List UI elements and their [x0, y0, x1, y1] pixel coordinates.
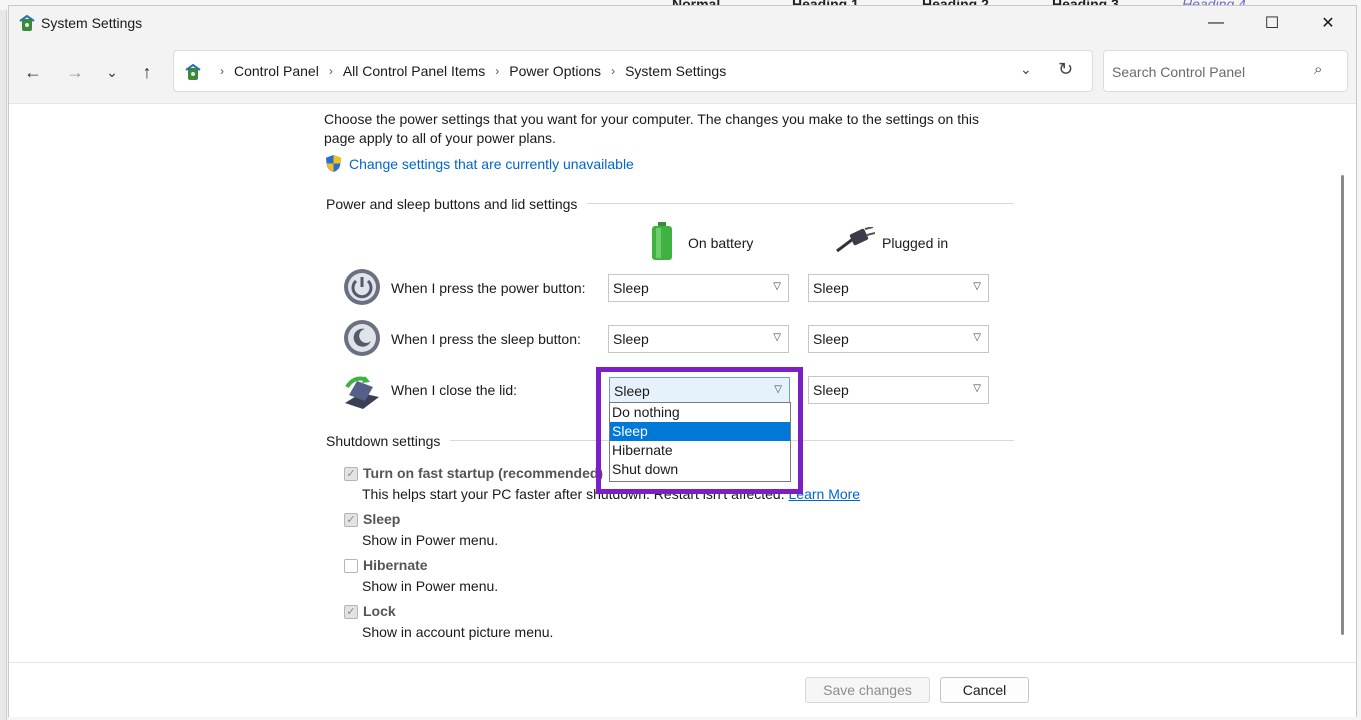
refresh-icon[interactable]: ↻ — [1058, 59, 1073, 80]
save-changes-button[interactable]: Save changes — [805, 677, 930, 703]
close-lid-battery-select[interactable]: Sleep ▽ — [609, 377, 790, 405]
option-shut-down[interactable]: Shut down — [610, 460, 790, 479]
lock-desc: Show in account picture menu. — [362, 624, 554, 640]
close-button[interactable]: ✕ — [1300, 6, 1356, 40]
breadcrumb-control-panel[interactable]: Control Panel — [234, 63, 319, 79]
main-content: Choose the power settings that you want … — [9, 105, 1356, 662]
chevron-right-icon[interactable]: › — [495, 64, 499, 78]
power-plug-icon — [836, 227, 875, 253]
power-button-plugged-select[interactable]: Sleep ▽ — [808, 274, 989, 302]
laptop-lid-icon — [345, 376, 379, 409]
fast-startup-desc-text: This helps start your PC faster after sh… — [362, 486, 785, 502]
select-value: Sleep — [813, 331, 849, 347]
breadcrumb-all-items[interactable]: All Control Panel Items — [343, 63, 485, 79]
power-section-title: Power and sleep buttons and lid settings — [326, 196, 588, 212]
power-button-label: When I press the power button: — [391, 280, 586, 296]
close-lid-plugged-select[interactable]: Sleep ▽ — [808, 376, 989, 404]
sleep-checkbox[interactable]: ✓ — [344, 513, 358, 527]
hibernate-checkbox[interactable] — [344, 559, 358, 573]
back-button[interactable]: ← — [19, 60, 47, 84]
fast-startup-title: Turn on fast startup (recommended) — [363, 465, 604, 481]
sleep-button-plugged-select[interactable]: Sleep ▽ — [808, 325, 989, 353]
cancel-button[interactable]: Cancel — [940, 677, 1029, 703]
chevron-down-icon: ▽ — [973, 281, 981, 292]
breadcrumb-system-settings[interactable]: System Settings — [625, 63, 726, 79]
select-value: Sleep — [813, 280, 849, 296]
battery-icon — [652, 222, 672, 260]
scrollbar-thumb[interactable] — [1341, 175, 1344, 635]
plugged-in-header: Plugged in — [882, 235, 949, 251]
breadcrumb-power-options[interactable]: Power Options — [509, 63, 601, 79]
select-value: Sleep — [613, 331, 649, 347]
option-sleep[interactable]: Sleep — [610, 422, 790, 441]
chevron-right-icon: › — [220, 64, 224, 78]
chevron-down-icon: ▽ — [774, 384, 782, 395]
window-title: System Settings — [41, 15, 143, 31]
footer-bar: Save changes Cancel — [9, 662, 1356, 717]
uac-shield-icon — [325, 154, 342, 173]
search-input[interactable] — [1112, 62, 1302, 82]
sleep-button-battery-select[interactable]: Sleep ▽ — [608, 325, 789, 353]
minimize-button[interactable]: — — [1188, 6, 1244, 40]
intro-text: Choose the power settings that you want … — [324, 111, 980, 146]
option-hibernate[interactable]: Hibernate — [610, 441, 790, 460]
fast-startup-checkbox[interactable]: ✓ — [344, 467, 358, 481]
search-box[interactable]: ⌕ — [1103, 50, 1348, 92]
sleep-title: Sleep — [363, 511, 401, 527]
learn-more-link[interactable]: Learn More — [789, 486, 861, 502]
hibernate-desc: Show in Power menu. — [362, 578, 499, 594]
control-panel-icon — [185, 63, 201, 80]
hibernate-option: Hibernate Show in Power menu. — [344, 557, 644, 597]
power-button-icon — [344, 269, 380, 305]
chevron-right-icon[interactable]: › — [329, 64, 333, 78]
sleep-desc: Show in Power menu. — [362, 532, 499, 548]
lock-checkbox[interactable]: ✓ — [344, 605, 358, 619]
chevron-down-icon[interactable]: ⌄ — [1020, 61, 1032, 78]
search-icon[interactable]: ⌕ — [1314, 61, 1322, 78]
shutdown-section-title: Shutdown settings — [326, 433, 451, 449]
sleep-button-label: When I press the sleep button: — [391, 331, 581, 347]
control-panel-window: System Settings — ☐ ✕ ← → ⌄ ↑ › Control … — [8, 5, 1357, 717]
address-bar[interactable]: › Control Panel › All Control Panel Item… — [173, 50, 1093, 92]
chevron-right-icon[interactable]: › — [611, 64, 615, 78]
chevron-down-icon: ▽ — [973, 383, 981, 394]
chevron-down-icon: ▽ — [773, 332, 781, 343]
background-sidebar — [0, 10, 7, 720]
chevron-down-icon: ▽ — [973, 332, 981, 343]
sleep-button-icon — [344, 320, 380, 356]
lock-option: ✓ Lock Show in account picture menu. — [344, 603, 644, 643]
on-battery-header: On battery — [688, 235, 754, 251]
forward-button[interactable]: → — [61, 60, 89, 84]
lock-title: Lock — [363, 603, 396, 619]
hibernate-title: Hibernate — [363, 557, 428, 573]
change-settings-link[interactable]: Change settings that are currently unava… — [349, 156, 634, 172]
option-do-nothing[interactable]: Do nothing — [610, 403, 790, 422]
breadcrumb: › Control Panel › All Control Panel Item… — [210, 63, 726, 79]
title-bar: System Settings — ☐ ✕ — [9, 6, 1356, 40]
close-lid-label: When I close the lid: — [391, 382, 518, 398]
navigation-bar: ← → ⌄ ↑ › Control Panel › All Control Pa… — [9, 40, 1356, 104]
select-value: Sleep — [813, 382, 849, 398]
chevron-down-icon: ▽ — [773, 281, 781, 292]
control-panel-icon — [19, 14, 35, 31]
fast-startup-desc: This helps start your PC faster after sh… — [362, 486, 860, 502]
select-value: Sleep — [614, 383, 650, 399]
select-value: Sleep — [613, 280, 649, 296]
up-button[interactable]: ↑ — [133, 60, 161, 84]
sleep-option: ✓ Sleep Show in Power menu. — [344, 511, 644, 551]
vertical-scrollbar[interactable] — [1337, 105, 1349, 662]
maximize-button[interactable]: ☐ — [1244, 6, 1300, 40]
recent-locations-button[interactable]: ⌄ — [98, 60, 126, 84]
close-lid-options-list: Do nothing Sleep Hibernate Shut down — [609, 402, 791, 482]
power-button-battery-select[interactable]: Sleep ▽ — [608, 274, 789, 302]
